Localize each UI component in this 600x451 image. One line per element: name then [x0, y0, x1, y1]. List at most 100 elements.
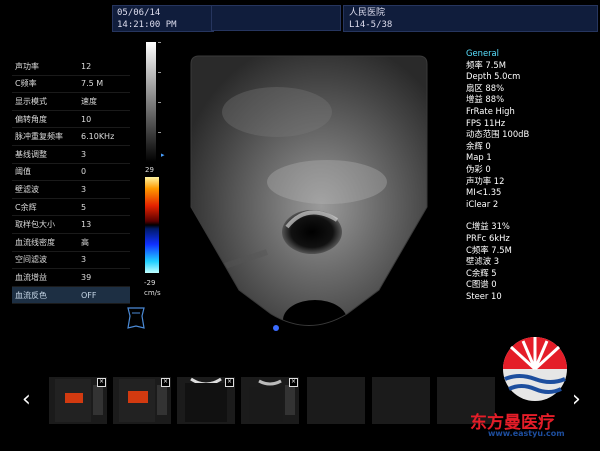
info-line: iClear 2	[466, 198, 499, 209]
grayscale-bar	[146, 42, 156, 162]
close-icon[interactable]: ×	[97, 378, 106, 387]
tick	[158, 132, 161, 133]
logo-url: www.eastyu.com	[488, 429, 565, 438]
param-label: 血流增益	[15, 272, 47, 282]
close-icon[interactable]: ×	[161, 378, 170, 387]
param-row[interactable]: 偏转角度 10	[12, 111, 130, 129]
info-line: C余辉 5	[466, 267, 497, 278]
param-row[interactable]: 壁滤波 3	[12, 181, 130, 199]
param-row[interactable]: 脉冲重复频率 6.10KHz	[12, 128, 130, 146]
param-value: 5	[81, 202, 87, 212]
colorbar-bottom-label: -29	[144, 279, 156, 287]
param-row[interactable]: 空间滤波 3	[12, 252, 130, 270]
info-line: 余辉 0	[466, 140, 491, 151]
info-line: 伪彩 0	[466, 163, 491, 174]
gray-marker-icon: ▸	[161, 151, 165, 159]
info-line: Map 1	[466, 152, 492, 163]
param-value: 高	[81, 237, 89, 247]
info-line: PRFc 6kHz	[466, 232, 510, 243]
tick	[158, 102, 161, 103]
thumbnail-1[interactable]: ×	[49, 377, 107, 424]
info-line: Depth 5.0cm	[466, 71, 521, 82]
param-value: 3	[81, 149, 87, 159]
param-value: 10	[81, 114, 92, 124]
param-value: OFF	[81, 290, 97, 300]
param-row[interactable]: C余辉 5	[12, 199, 130, 217]
param-value: 13	[81, 220, 92, 230]
info-line: C频率 7.5M	[466, 244, 512, 255]
probe-preset: L14-5/38	[349, 20, 393, 30]
info-panel: General 频率 7.5M Depth 5.0cm 扇区 88% 增益 88% Fr…	[466, 48, 598, 302]
param-value: 7.5 M	[81, 79, 104, 89]
param-row[interactable]: 血流线密度 高	[12, 234, 130, 252]
thumbnail-next-button[interactable]: ›	[572, 387, 581, 413]
info-line: 动态范围 100dB	[466, 129, 530, 140]
param-value: 速度	[81, 96, 97, 106]
param-label: 阈值	[15, 167, 31, 177]
param-label: 脉冲重复频率	[15, 132, 63, 142]
param-value: 12	[81, 61, 92, 71]
param-value: 3	[81, 184, 87, 194]
tick	[158, 72, 161, 73]
param-label: 偏转角度	[15, 114, 47, 124]
info-line: 壁滤波 3	[466, 256, 500, 267]
thumbnail-4[interactable]: ×	[241, 377, 299, 424]
thumbnail-empty-5[interactable]	[307, 377, 365, 424]
hospital-box: 人民医院 L14-5/38	[343, 5, 598, 32]
param-label: 血流反色	[15, 290, 47, 300]
datetime-box: 05/06/14 14:21:00 PM	[112, 5, 214, 32]
info-line: MI<1.35	[466, 187, 502, 198]
param-label: 取样包大小	[15, 220, 55, 230]
param-label: 血流线密度	[15, 237, 55, 247]
thumbnail-empty-6[interactable]	[372, 377, 430, 424]
info-line: C增益 31%	[466, 221, 510, 232]
param-row[interactable]: 显示模式 速度	[12, 93, 130, 111]
thumbnail-3[interactable]: ×	[177, 377, 235, 424]
param-value: 39	[81, 272, 92, 282]
color-params: C增益 31% PRFc 6kHz C频率 7.5M 壁滤波 3 C余辉 5 C图谱 0S…	[466, 221, 598, 302]
body-mark-icon	[127, 307, 145, 329]
info-line: C图谱 0	[466, 279, 497, 290]
parameter-panel: 声功率 12 C频率 7.5 M 显示模式 速度偏转角度 10 脉冲重复频率 6.10KHz 基线…	[12, 58, 130, 305]
tick	[158, 42, 161, 43]
info-line: 增益 88%	[466, 94, 505, 105]
param-row[interactable]: 血流增益 39	[12, 269, 130, 287]
thumbnail-prev-button[interactable]: ‹	[22, 387, 31, 413]
param-label: 声功率	[15, 61, 39, 71]
param-label: 空间滤波	[15, 255, 47, 265]
time-text: 14:21:00 PM	[117, 20, 177, 30]
close-icon[interactable]: ×	[289, 378, 298, 387]
param-row[interactable]: C频率 7.5 M	[12, 76, 130, 94]
ultrasound-image	[190, 55, 428, 331]
param-label: C余辉	[15, 202, 37, 212]
param-row[interactable]: 血流反色 OFF	[12, 286, 130, 305]
hospital-name: 人民医院	[349, 8, 386, 18]
param-row[interactable]: 取样包大小 13	[12, 216, 130, 234]
info-line: 频率 7.5M	[466, 59, 506, 70]
info-line: FrRate High	[466, 105, 515, 116]
info-header: General	[466, 48, 500, 58]
blank-box	[211, 5, 341, 31]
param-row[interactable]: 基线调整 3	[12, 146, 130, 164]
logo-icon	[503, 337, 567, 401]
colorbar-top-label: 29	[145, 166, 154, 174]
general-params: 频率 7.5M Depth 5.0cm 扇区 88% 增益 88% FrRate Hig…	[466, 60, 598, 211]
param-label: C频率	[15, 79, 37, 89]
date-text: 05/06/14	[117, 8, 161, 18]
colorbar-unit: cm/s	[144, 289, 161, 297]
param-row[interactable]: 声功率 12	[12, 58, 130, 76]
info-line: 声功率 12	[466, 175, 505, 186]
param-value: 0	[81, 167, 87, 177]
close-icon[interactable]: ×	[225, 378, 234, 387]
param-value: 6.10KHz	[81, 132, 115, 142]
info-line: Steer 10	[466, 290, 502, 301]
thumbnail-2[interactable]: ×	[113, 377, 171, 424]
param-label: 基线调整	[15, 149, 47, 159]
color-velocity-bar	[145, 177, 159, 273]
info-line: 扇区 88%	[466, 82, 505, 93]
param-value: 3	[81, 255, 87, 265]
info-line: FPS 11Hz	[466, 117, 506, 128]
param-label: 壁滤波	[15, 184, 39, 194]
param-row[interactable]: 阈值 0	[12, 164, 130, 182]
param-label: 显示模式	[15, 96, 47, 106]
